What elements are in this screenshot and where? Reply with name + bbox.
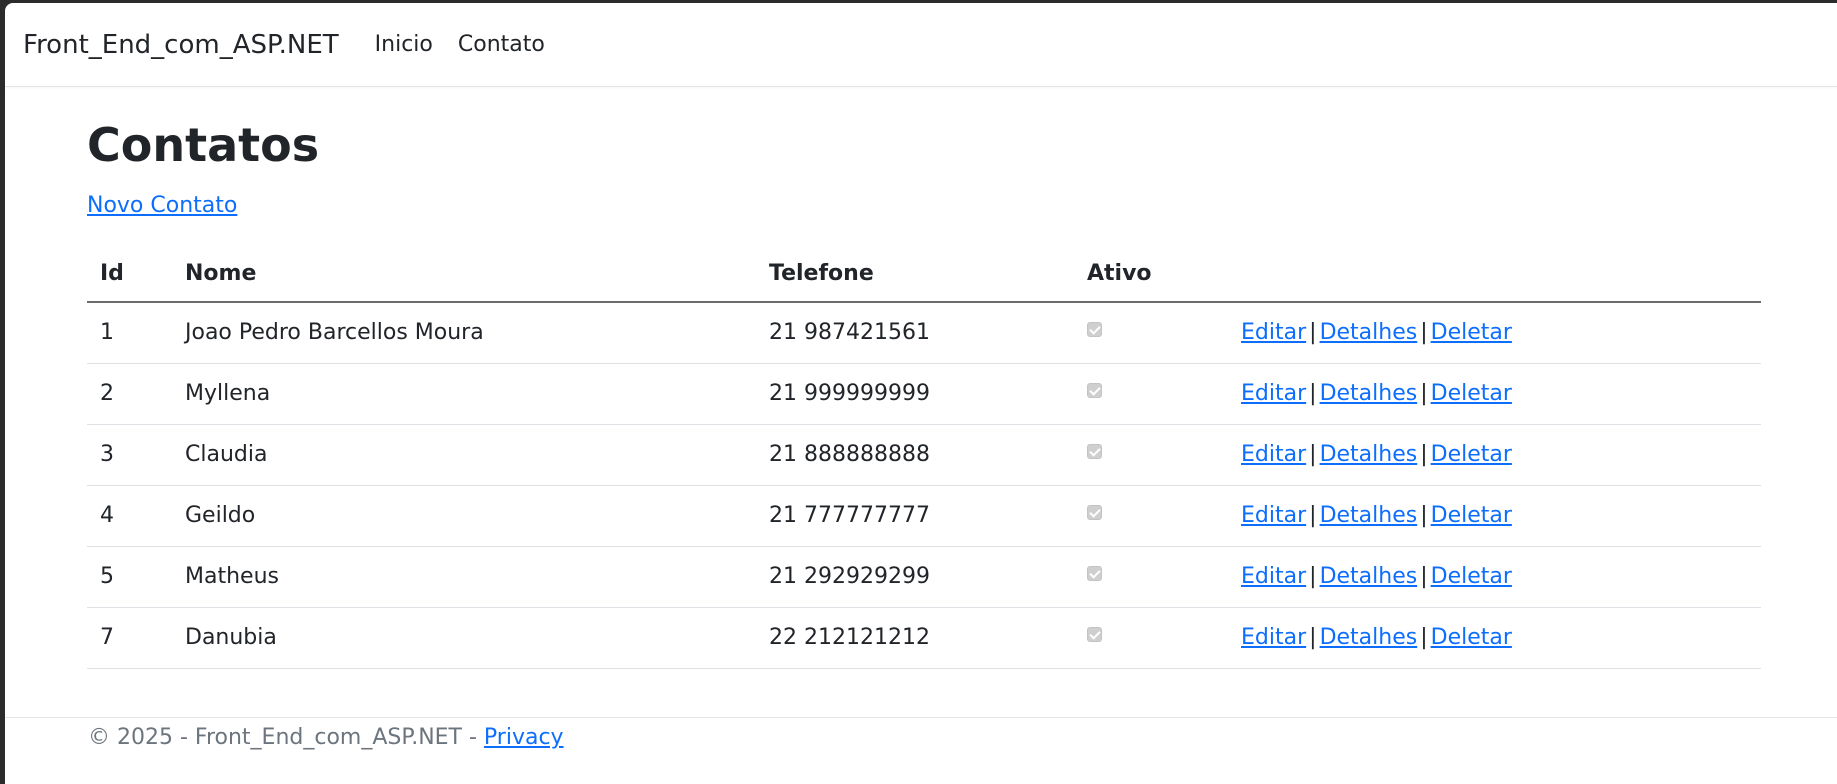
nav-link-inicio[interactable]: Inicio xyxy=(375,32,433,57)
top-navbar: Front_End_com_ASP.NET Inicio Contato xyxy=(5,3,1837,87)
cell-id: 2 xyxy=(87,363,172,425)
separator: | xyxy=(1420,320,1428,346)
delete-link[interactable]: Deletar xyxy=(1431,564,1512,589)
active-checkbox xyxy=(1087,505,1102,520)
header-telefone: Telefone xyxy=(756,245,1074,303)
header-ativo: Ativo xyxy=(1074,245,1228,303)
cell-id: 7 xyxy=(87,607,172,669)
active-checkbox xyxy=(1087,444,1102,459)
cell-nome: Joao Pedro Barcellos Moura xyxy=(172,302,756,364)
table-row: 4 Geildo 21 777777777 Editar | Detalhes | Delet… xyxy=(87,485,1761,547)
separator: | xyxy=(1309,320,1317,346)
edit-link[interactable]: Editar xyxy=(1241,625,1306,650)
cell-id: 5 xyxy=(87,546,172,608)
cell-nome: Myllena xyxy=(172,363,756,425)
browser-viewport: Front_End_com_ASP.NET Inicio Contato Con… xyxy=(5,3,1837,784)
delete-link[interactable]: Deletar xyxy=(1431,503,1512,528)
separator: | xyxy=(1309,442,1317,467)
header-nome: Nome xyxy=(172,245,756,303)
navbar-brand[interactable]: Front_End_com_ASP.NET xyxy=(23,30,339,60)
cell-actions: Editar | Detalhes | Deletar xyxy=(1228,607,1761,669)
table-row: 5 Matheus 21 292929299 Editar | Detalhes | Dele… xyxy=(87,546,1761,608)
active-checkbox xyxy=(1087,322,1102,338)
details-link[interactable]: Detalhes xyxy=(1320,320,1418,345)
table-row: 1 Joao Pedro Barcellos Moura 21 987421561 E… xyxy=(87,302,1761,364)
details-link[interactable]: Detalhes xyxy=(1320,625,1418,650)
delete-link[interactable]: Deletar xyxy=(1431,625,1512,650)
details-link[interactable]: Detalhes xyxy=(1320,564,1418,589)
details-link[interactable]: Detalhes xyxy=(1320,503,1418,528)
edit-link[interactable]: Editar xyxy=(1241,503,1306,528)
cell-telefone: 21 777777777 xyxy=(756,485,1074,547)
cell-actions: Editar | Detalhes | Deletar xyxy=(1228,485,1761,547)
footer-copyright: © 2025 - Front_End_com_ASP.NET - xyxy=(88,725,484,750)
cell-telefone: 22 212121212 xyxy=(756,607,1074,669)
privacy-link[interactable]: Privacy xyxy=(484,725,564,750)
active-checkbox xyxy=(1087,566,1102,581)
active-checkbox xyxy=(1087,627,1102,642)
cell-telefone: 21 987421561 xyxy=(756,302,1074,364)
page-title: Contatos xyxy=(87,118,320,172)
cell-nome: Matheus xyxy=(172,546,756,608)
cell-ativo xyxy=(1074,607,1228,669)
edit-link[interactable]: Editar xyxy=(1241,564,1306,589)
cell-telefone: 21 999999999 xyxy=(756,363,1074,425)
cell-actions: Editar | Detalhes | Deletar xyxy=(1228,302,1761,364)
cell-actions: Editar | Detalhes | Deletar xyxy=(1228,546,1761,608)
cell-nome: Claudia xyxy=(172,424,756,486)
delete-link[interactable]: Deletar xyxy=(1431,442,1512,467)
table-header-row: Id Nome Telefone Ativo xyxy=(87,245,1761,303)
cell-id: 1 xyxy=(87,302,172,364)
cell-ativo xyxy=(1074,485,1228,547)
table-row: 3 Claudia 21 888888888 Editar | Detalhes | Dele… xyxy=(87,424,1761,486)
cell-telefone: 21 888888888 xyxy=(756,424,1074,486)
cell-nome: Geildo xyxy=(172,485,756,547)
header-actions xyxy=(1228,245,1761,303)
table-row: 7 Danubia 22 212121212 Editar | Detalhes | Dele… xyxy=(87,607,1761,669)
separator: | xyxy=(1309,381,1317,406)
main-content: Contatos Novo Contato Id Nome Telefone A… xyxy=(87,87,1761,669)
header-id: Id xyxy=(87,245,172,303)
delete-link[interactable]: Deletar xyxy=(1431,381,1512,406)
cell-ativo xyxy=(1074,546,1228,608)
cell-id: 3 xyxy=(87,424,172,486)
separator: | xyxy=(1309,564,1317,589)
details-link[interactable]: Detalhes xyxy=(1320,381,1418,406)
edit-link[interactable]: Editar xyxy=(1241,320,1306,345)
cell-nome: Danubia xyxy=(172,607,756,669)
separator: | xyxy=(1420,625,1428,650)
cell-id: 4 xyxy=(87,485,172,547)
page-footer: © 2025 - Front_End_com_ASP.NET - Privacy xyxy=(5,717,1837,784)
separator: | xyxy=(1420,503,1428,528)
cell-actions: Editar | Detalhes | Deletar xyxy=(1228,363,1761,425)
separator: | xyxy=(1420,564,1428,589)
active-checkbox xyxy=(1087,383,1102,398)
separator: | xyxy=(1309,625,1317,650)
new-contact-link[interactable]: Novo Contato xyxy=(87,191,237,221)
cell-ativo xyxy=(1074,363,1228,425)
edit-link[interactable]: Editar xyxy=(1241,442,1306,467)
contacts-table: Id Nome Telefone Ativo 1 Joao Pedro Barce… xyxy=(87,245,1761,669)
nav-link-contato[interactable]: Contato xyxy=(458,32,545,57)
cell-ativo xyxy=(1074,424,1228,486)
separator: | xyxy=(1420,381,1428,406)
table-body: 1 Joao Pedro Barcellos Moura 21 987421561 E… xyxy=(87,302,1761,669)
table-row: 2 Myllena 21 999999999 Editar | Detalhes | Dele… xyxy=(87,363,1761,425)
cell-actions: Editar | Detalhes | Deletar xyxy=(1228,424,1761,486)
delete-link[interactable]: Deletar xyxy=(1431,320,1512,345)
separator: | xyxy=(1420,442,1428,467)
cell-telefone: 21 292929299 xyxy=(756,546,1074,608)
separator: | xyxy=(1309,503,1317,528)
cell-ativo xyxy=(1074,302,1228,364)
edit-link[interactable]: Editar xyxy=(1241,381,1306,406)
details-link[interactable]: Detalhes xyxy=(1320,442,1418,467)
